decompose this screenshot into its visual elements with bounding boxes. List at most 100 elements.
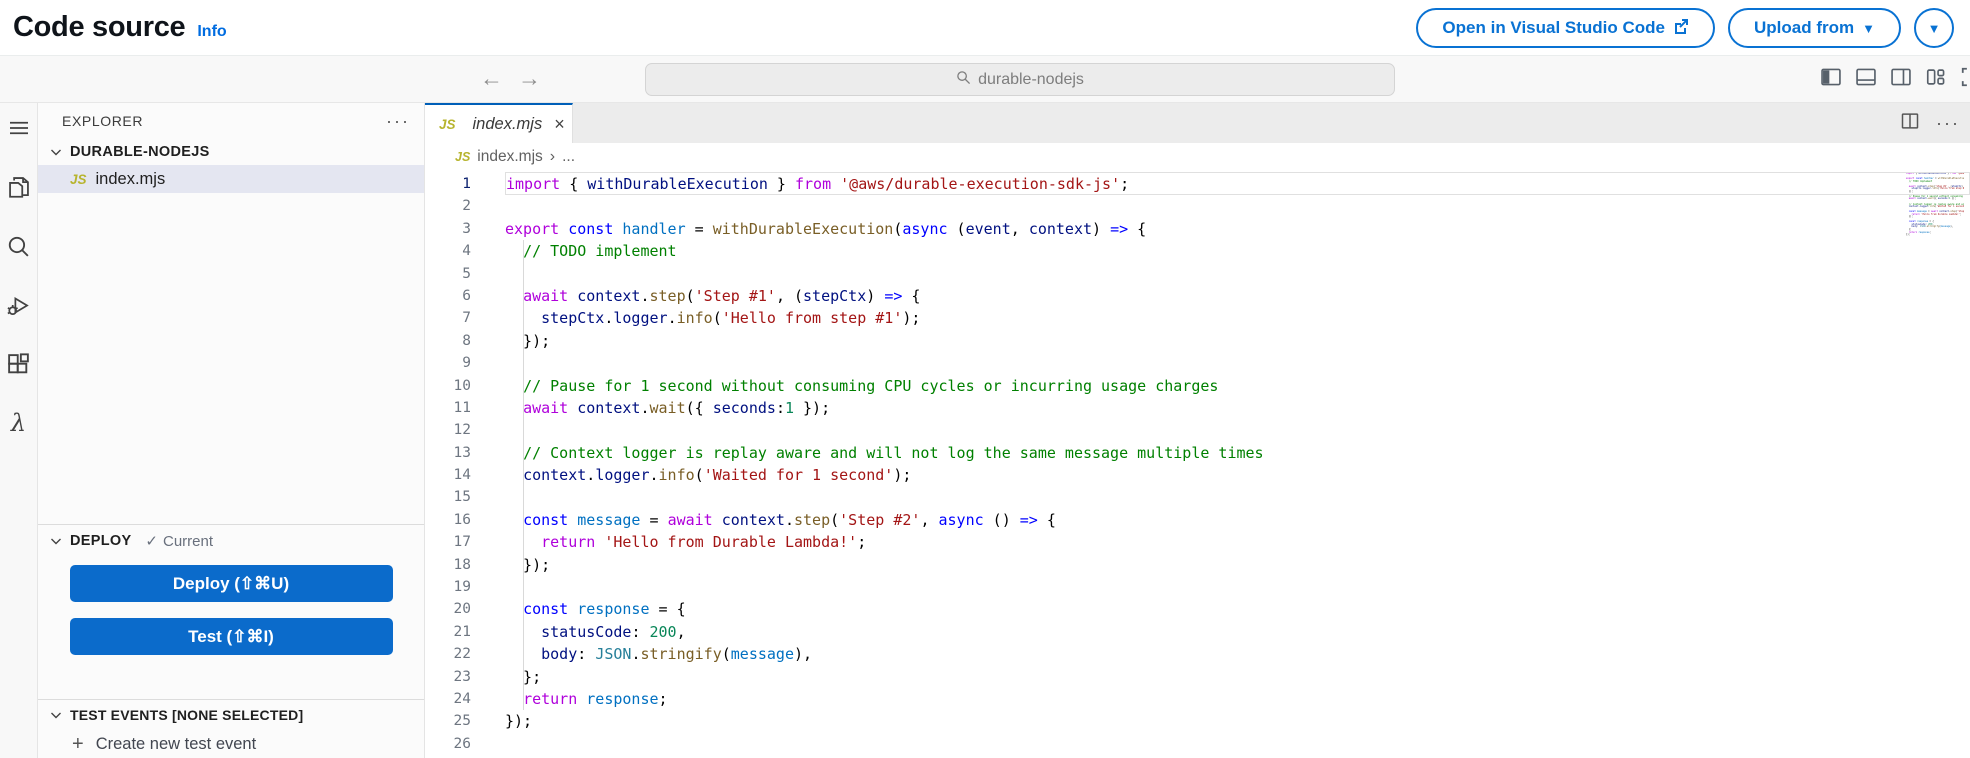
chevron-down-icon — [48, 707, 64, 723]
line-number: 1 — [425, 173, 471, 195]
test-events-header[interactable]: TEST EVENTS [NONE SELECTED] — [38, 700, 424, 730]
minimap[interactable]: import { withDurableExecution } from '@a… — [1872, 173, 1964, 239]
code-editor[interactable]: 1 import { withDurableExecution } from '@… — [425, 171, 1970, 758]
more-actions-button[interactable]: ▼ — [1914, 8, 1954, 48]
code-line[interactable]: 9 — [425, 352, 1970, 374]
line-number: 5 — [425, 263, 471, 285]
search-icon[interactable] — [6, 233, 32, 259]
explorer-title: EXPLORER — [62, 113, 143, 129]
code-line[interactable]: 3export const handler = withDurableExecu… — [425, 218, 1970, 240]
folder-label: DURABLE-NODEJS — [70, 144, 210, 160]
code-line[interactable]: 4 // TODO implement — [425, 240, 1970, 262]
code-line[interactable]: 19 — [425, 576, 1970, 598]
code-line[interactable]: 12 — [425, 419, 1970, 441]
line-number: 9 — [425, 352, 471, 374]
code-line[interactable]: 6 await context.step('Step #1', (stepCtx… — [425, 285, 1970, 307]
toggle-secondary-sidebar-icon[interactable] — [1890, 66, 1912, 88]
code-line[interactable]: 22 body: JSON.stringify(message), — [425, 643, 1970, 665]
nav-back-icon[interactable]: ← — [480, 67, 503, 90]
code-line[interactable]: 1import { withDurableExecution } from '@… — [425, 173, 1970, 195]
file-label: index.mjs — [96, 170, 166, 189]
code-line[interactable]: 13 // Context logger is replay aware and… — [425, 442, 1970, 464]
tree-folder-durable-nodejs[interactable]: DURABLE-NODEJS — [38, 139, 424, 165]
explorer-icon[interactable] — [6, 174, 32, 200]
deploy-header[interactable]: DEPLOY ✓Current — [38, 525, 424, 557]
indent-guide — [523, 240, 524, 710]
code-line[interactable]: 17 return 'Hello from Durable Lambda!'; — [425, 531, 1970, 553]
line-number: 6 — [425, 285, 471, 307]
upload-from-button[interactable]: Upload from ▼ — [1728, 8, 1901, 48]
extensions-icon[interactable] — [6, 351, 32, 377]
breadcrumb-file[interactable]: index.mjs — [477, 148, 542, 166]
deploy-button[interactable]: Deploy (⇧⌘U) — [70, 565, 393, 602]
run-debug-icon[interactable] — [6, 292, 32, 318]
line-number: 21 — [425, 621, 471, 643]
toggle-panel-icon[interactable] — [1855, 66, 1877, 88]
code-line[interactable]: 10 // Pause for 1 second without consumi… — [425, 375, 1970, 397]
open-vscode-button[interactable]: Open in Visual Studio Code — [1416, 8, 1715, 48]
code-line[interactable]: 20 const response = { — [425, 598, 1970, 620]
line-number: 13 — [425, 442, 471, 464]
chevron-down-icon — [48, 144, 64, 160]
js-file-icon: JS — [70, 172, 87, 187]
minimap-content: import { withDurableExecution } from '@a… — [1872, 173, 1964, 239]
editor-actions: ··· — [1900, 103, 1960, 143]
search-icon — [956, 70, 971, 90]
code-line[interactable]: 14 context.logger.info('Waited for 1 sec… — [425, 464, 1970, 486]
code-line[interactable]: 24 return response; — [425, 688, 1970, 710]
chevron-right-icon: › — [550, 148, 555, 166]
customize-layout-icon[interactable] — [1925, 66, 1947, 88]
line-number: 16 — [425, 509, 471, 531]
code-line[interactable]: 8 }); — [425, 330, 1970, 352]
code-line[interactable]: 21 statusCode: 200, — [425, 621, 1970, 643]
chevron-down-icon — [48, 533, 64, 549]
explorer-more-icon[interactable]: ··· — [386, 111, 410, 132]
deploy-title: DEPLOY — [70, 533, 131, 549]
line-number: 8 — [425, 330, 471, 352]
deploy-status: ✓Current — [145, 532, 213, 550]
info-link[interactable]: Info — [197, 23, 226, 41]
sidebar: EXPLORER ··· DURABLE-NODEJS JS index.mjs… — [38, 103, 425, 758]
nav-forward-icon[interactable]: → — [518, 67, 541, 90]
deploy-section: DEPLOY ✓Current Deploy (⇧⌘U) Test (⇧⌘I) — [38, 524, 424, 671]
tree-file-index-mjs[interactable]: JS index.mjs — [38, 165, 424, 193]
more-actions-icon[interactable]: ··· — [1936, 113, 1960, 134]
line-number: 4 — [425, 240, 471, 262]
code-line[interactable]: 15 — [425, 486, 1970, 508]
line-number: 19 — [425, 576, 471, 598]
create-test-event-label: Create new test event — [96, 735, 257, 754]
code-line[interactable]: 2 — [425, 195, 1970, 217]
line-number: 22 — [425, 643, 471, 665]
code-line[interactable]: 11 await context.wait({ seconds:1 }); — [425, 397, 1970, 419]
close-icon[interactable]: × — [554, 115, 565, 133]
deploy-status-label: Current — [163, 533, 213, 550]
search-text: durable-nodejs — [978, 71, 1084, 89]
toggle-primary-sidebar-icon[interactable] — [1820, 66, 1842, 88]
code-line[interactable]: 7 stepCtx.logger.info('Hello from step #… — [425, 307, 1970, 329]
code-line[interactable]: 23 }; — [425, 666, 1970, 688]
split-editor-icon[interactable] — [1900, 111, 1920, 136]
menu-icon[interactable] — [6, 115, 32, 141]
test-events-section: TEST EVENTS [NONE SELECTED] + Create new… — [38, 699, 424, 758]
console-header: Code source Info Open in Visual Studio C… — [0, 0, 1970, 56]
code-line[interactable]: 25}); — [425, 710, 1970, 732]
aws-lambda-icon[interactable]: λ — [6, 410, 32, 436]
line-number: 15 — [425, 486, 471, 508]
fullscreen-icon[interactable] — [1960, 66, 1970, 88]
test-button[interactable]: Test (⇧⌘I) — [70, 618, 393, 655]
line-number: 7 — [425, 307, 471, 329]
code-line[interactable]: 18 }); — [425, 554, 1970, 576]
create-test-event-button[interactable]: + Create new test event — [38, 730, 424, 758]
breadcrumb-symbol[interactable]: ... — [562, 148, 575, 166]
breadcrumb[interactable]: JS index.mjs › ... — [425, 143, 1970, 171]
activity-bar: λ — [0, 103, 38, 758]
tab-index-mjs[interactable]: JS index.mjs × — [425, 103, 573, 143]
code-line[interactable]: 16 const message = await context.step('S… — [425, 509, 1970, 531]
explorer-header: EXPLORER ··· — [38, 103, 424, 139]
code-line[interactable]: 5 — [425, 263, 1970, 285]
line-number: 2 — [425, 195, 471, 217]
command-center-search[interactable]: durable-nodejs — [645, 63, 1395, 96]
minimap-line — [1872, 237, 1964, 240]
code-line[interactable]: 26 — [425, 733, 1970, 755]
line-number: 11 — [425, 397, 471, 419]
